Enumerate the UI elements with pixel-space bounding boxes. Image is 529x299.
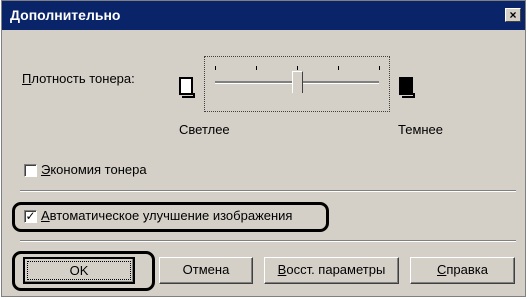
ok-button[interactable]: OK (23, 257, 135, 284)
cancel-button-label: Отмена (182, 262, 230, 277)
slider-thumb[interactable] (291, 71, 304, 100)
advanced-dialog: Дополнительно × Плотность тонера: Светле… (1, 0, 526, 297)
restore-defaults-label: Восст. параметры (277, 262, 386, 277)
title-bar[interactable]: Дополнительно × (2, 1, 525, 30)
toner-density-slider[interactable] (204, 56, 390, 112)
focus-rect (27, 261, 131, 280)
cancel-button[interactable]: Отмена (159, 257, 253, 284)
slider-tick (256, 66, 257, 70)
toner-saving-checkbox[interactable] (24, 164, 37, 177)
dialog-title: Дополнительно (10, 7, 121, 23)
light-page-icon (179, 77, 195, 98)
toner-saving-label[interactable]: Экономия тонера (41, 162, 147, 177)
dark-page-icon (399, 77, 415, 98)
light-label: Светлее (179, 122, 230, 137)
separator-top (20, 190, 516, 192)
close-button[interactable]: × (505, 8, 521, 22)
help-button-label: Справка (437, 262, 488, 277)
restore-defaults-button[interactable]: Восст. параметры (264, 257, 399, 284)
slider-tick (338, 66, 339, 70)
separator-bottom (20, 240, 516, 242)
slider-tick (215, 66, 216, 70)
slider-tick (297, 66, 298, 70)
auto-improve-label[interactable]: Автоматическое улучшение изображения (41, 208, 292, 223)
slider-tick (379, 66, 380, 70)
help-button[interactable]: Справка (410, 257, 515, 284)
dark-label: Темнее (398, 122, 444, 137)
auto-improve-checkbox[interactable]: ✓ (24, 210, 37, 223)
toner-density-label: Плотность тонера: (22, 71, 135, 86)
check-mark-icon: ✓ (25, 209, 36, 223)
close-icon: × (509, 8, 517, 22)
